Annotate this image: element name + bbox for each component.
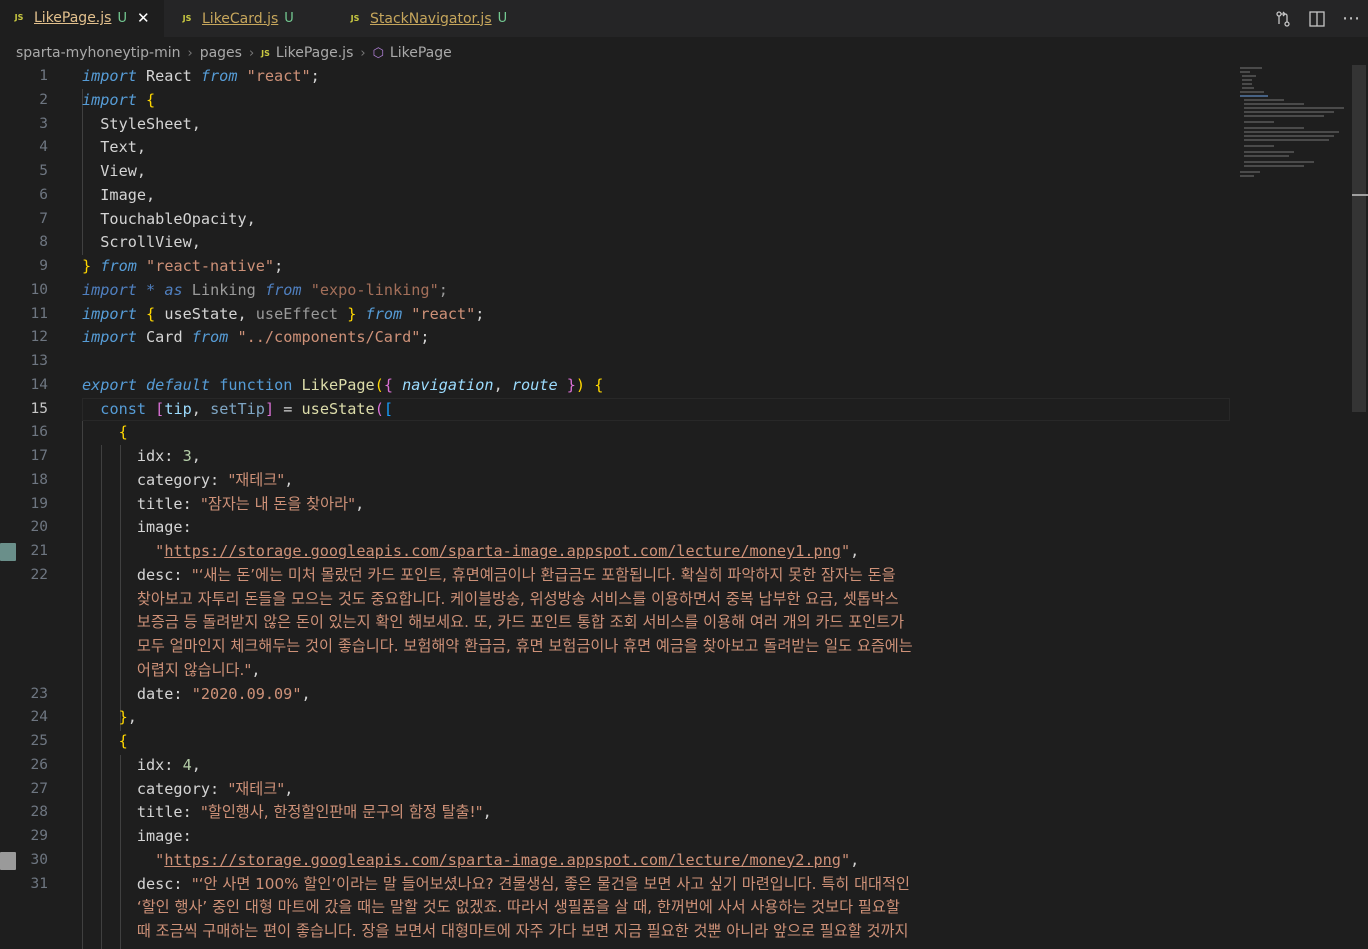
line-number: 29 [30, 828, 48, 844]
line-number: 22 [30, 566, 48, 583]
line-number: 17 [30, 448, 48, 464]
line-number: 7 [39, 210, 48, 227]
line-number: 2 [39, 91, 48, 108]
string-literal: "‘새는 돈’에는 미처 몰랐던 카드 포인트, 휴면예금이나 환급금도 포함됩… [191, 565, 896, 584]
string-literal: 모두 얼마인지 체크해두는 것이 좋습니다. 보험해약 환급금, 휴면 보험금이… [136, 637, 913, 655]
line-number: 4 [39, 139, 48, 156]
string-literal: "할인행사, 한정할인판매 문구의 함정 탈출!" [200, 803, 483, 822]
line-number: 13 [30, 353, 48, 369]
line-number: 11 [30, 305, 48, 322]
code-editor[interactable]: 1 import React from "react"; 2 import { 3 … [0, 65, 1232, 949]
string-literal: "react" [411, 304, 476, 323]
untracked-badge: U [284, 11, 294, 26]
number-literal: 3 [182, 447, 192, 465]
string-literal: "react" [246, 67, 311, 85]
source-control-icon[interactable] [1266, 0, 1300, 37]
string-literal: "../components/Card" [237, 328, 421, 347]
close-icon[interactable]: ✕ [137, 9, 150, 27]
line-number: 23 [30, 685, 48, 702]
string-literal: "‘안 사면 100% 할인’이라는 말 들어보셨나요? 견물생심, 좋은 물건… [191, 874, 910, 893]
line-number: 8 [39, 234, 48, 251]
string-literal: "2020.09.09" [191, 684, 302, 703]
breadcrumb-folder[interactable]: pages [200, 45, 242, 61]
more-actions-icon[interactable]: ⋯ [1334, 0, 1368, 37]
chevron-right-icon: › [360, 45, 366, 61]
javascript-file-icon: JS [182, 13, 192, 23]
tab-likepage[interactable]: JS LikePage.js U ✕ [0, 0, 164, 37]
split-editor-icon[interactable] [1300, 0, 1334, 37]
line-number: 10 [30, 281, 48, 298]
url-link[interactable]: https://storage.googleapis.com/sparta-im… [164, 542, 841, 560]
editor-actions: ⋯ [1266, 0, 1368, 37]
line-number: 26 [30, 756, 48, 773]
untracked-badge: U [117, 10, 127, 26]
tab-label: LikeCard.js [202, 10, 279, 27]
string-literal: 찾아보고 자투리 돈들을 모으는 것도 중요합니다. 케이블방송, 위성방송 서… [136, 589, 899, 608]
chevron-right-icon: › [187, 45, 193, 61]
tab-label: StackNavigator.js [370, 10, 492, 27]
string-literal: 보증금 등 돌려받지 않은 돈이 있는지 확인 해보세요. 또, 카드 포인트 … [136, 613, 905, 632]
line-number: 3 [39, 115, 48, 132]
string-literal: ‘할인 행사’ 중인 대형 마트에 갔을 때는 말할 것도 없겠죠. 따라서 생… [136, 898, 900, 917]
javascript-file-icon: JS [261, 48, 270, 58]
line-number: 5 [39, 163, 48, 179]
line-number: 1 [39, 68, 48, 84]
tab-label: LikePage.js [34, 10, 112, 26]
string-literal: "재테크" [228, 779, 285, 798]
line-number: 6 [39, 186, 48, 203]
symbol-component-icon: ⬡ [372, 45, 384, 61]
minimap[interactable] [1236, 65, 1350, 205]
tab-likecard[interactable]: JS LikeCard.js U [164, 0, 332, 37]
line-number: 9 [39, 258, 48, 274]
line-number: 20 [30, 519, 48, 536]
line-number: 28 [30, 804, 48, 821]
string-literal: "react-native" [146, 257, 275, 275]
line-number: 27 [30, 780, 48, 797]
breadcrumb-symbol[interactable]: LikePage [390, 45, 452, 61]
line-number: 24 [30, 709, 48, 726]
line-number: 30 [30, 851, 48, 868]
line-number: 12 [30, 329, 48, 346]
tab-stacknavigator[interactable]: JS StackNavigator.js U [332, 0, 532, 37]
line-number: 25 [30, 733, 48, 749]
number-literal: 4 [182, 755, 192, 774]
line-number: 31 [30, 875, 48, 892]
string-literal: "expo-linking" [310, 280, 439, 299]
vertical-scrollbar[interactable] [1352, 65, 1366, 412]
line-number: 21 [30, 543, 48, 559]
string-literal: "잠자는 내 돈을 찾아라" [200, 494, 356, 513]
line-number: 14 [30, 376, 48, 393]
javascript-file-icon: JS [350, 13, 360, 23]
line-number: 16 [30, 424, 48, 441]
line-number: 19 [30, 495, 48, 512]
editor-tab-bar: JS LikePage.js U ✕ JS LikeCard.js U JS S… [0, 0, 1368, 37]
line-number: 18 [30, 471, 48, 488]
overview-ruler-marker [1352, 194, 1368, 196]
string-literal: "재테크" [228, 470, 285, 489]
line-number: 15 [30, 400, 48, 417]
breadcrumb-file[interactable]: LikePage.js [276, 45, 353, 61]
javascript-file-icon: JS [14, 13, 24, 22]
url-link[interactable]: https://storage.googleapis.com/sparta-im… [164, 851, 841, 869]
chevron-right-icon: › [248, 45, 255, 61]
breadcrumb-project[interactable]: sparta-myhoneytip-min [16, 45, 181, 61]
string-literal: 때 조금씩 구매하는 편이 좋습니다. 장을 보면서 대형마트에 자주 가다 보… [136, 922, 909, 940]
string-literal: 어렵지 않습니다." [136, 660, 252, 679]
untracked-badge: U [497, 11, 508, 26]
